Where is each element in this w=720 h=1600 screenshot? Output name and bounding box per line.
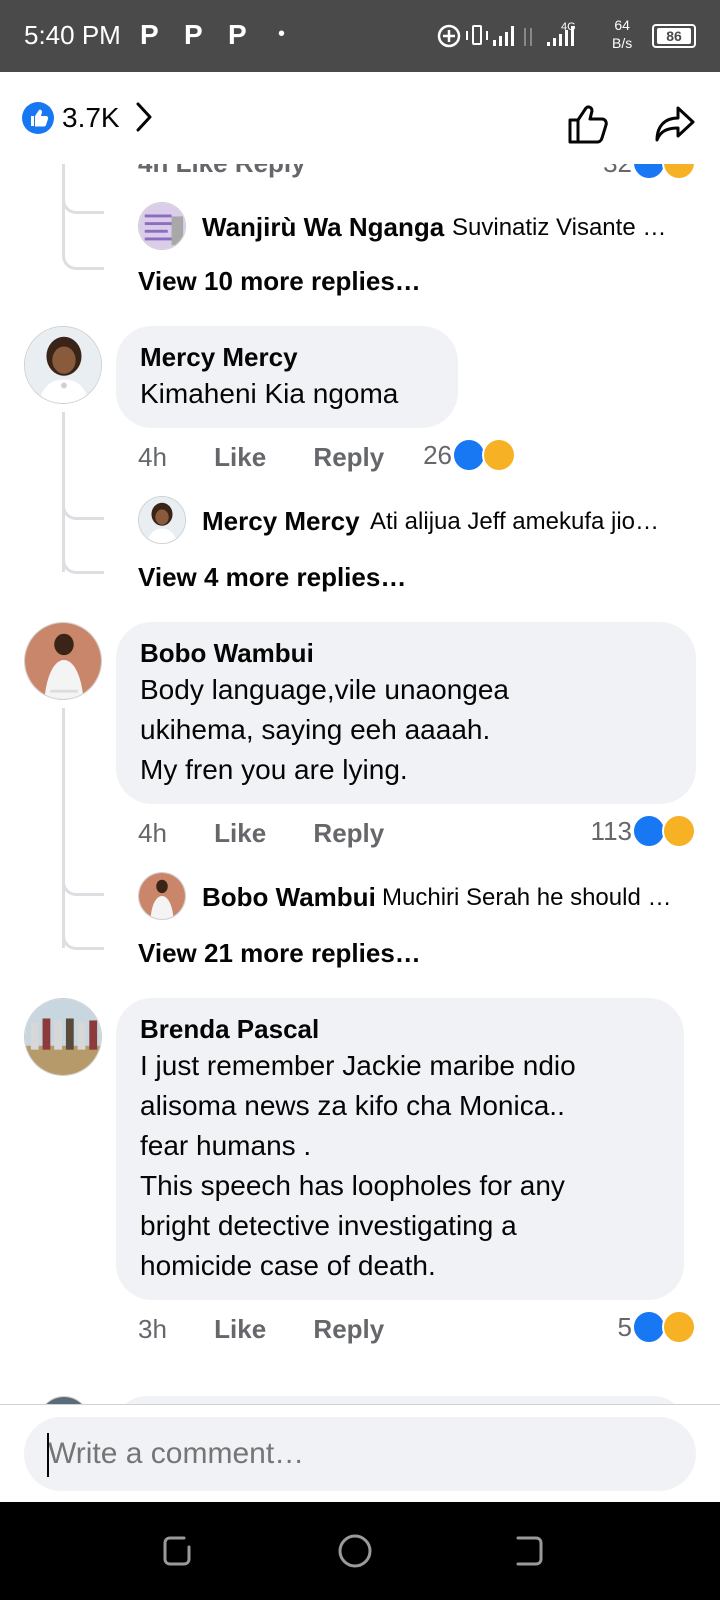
thread-connector: [62, 254, 104, 270]
battery-icon: 86: [652, 24, 696, 48]
haha-icon: [482, 438, 516, 472]
avatar: [138, 496, 186, 544]
status-bar: 5:40 PM P P P • 4G 64 B/s 86: [0, 0, 720, 72]
comment-actions: 4h Like Reply: [138, 442, 424, 473]
comment-input[interactable]: [24, 1417, 696, 1491]
thread-connector: [62, 198, 104, 214]
like-icon: [632, 814, 666, 848]
share-icon[interactable]: [654, 104, 696, 144]
text-cursor: [47, 1433, 49, 1477]
status-time: 5:40 PM: [24, 20, 121, 50]
comment-actions: 4h Like Reply: [138, 818, 424, 849]
comment-author[interactable]: Bobo Wambui: [140, 636, 672, 670]
reply-preview[interactable]: Wanjirù Wa Nganga Suvinatiz Visante …: [138, 202, 698, 252]
comment-bubble: Brenda Pascal I just remember Jackie mar…: [116, 998, 684, 1300]
comment-bubble: Bobo Wambui Body language,vile unaongea …: [116, 622, 696, 804]
like-button[interactable]: Like: [214, 818, 266, 848]
view-more-replies[interactable]: View 21 more replies…: [138, 938, 421, 969]
thread-connector: [62, 880, 104, 896]
thread-connector: [62, 504, 104, 520]
avatar[interactable]: [24, 622, 102, 700]
notification-app-icon: P: [140, 19, 159, 50]
comment-bubble: Mercy Mercy Kimaheni Kia ngoma: [116, 326, 458, 428]
reply-button[interactable]: Reply: [313, 442, 384, 472]
recents-icon[interactable]: [160, 1532, 194, 1570]
comment-bubble: [116, 1396, 684, 1404]
haha-icon: [662, 814, 696, 848]
comments-feed[interactable]: 4h Like Reply 32 Wanjirù Wa Nganga Suvin…: [0, 164, 720, 1404]
thread-line: [62, 708, 65, 948]
more-notifications-dot: •: [278, 23, 286, 45]
notification-app-icon: P: [184, 19, 203, 50]
avatar[interactable]: [24, 326, 102, 404]
comment-reactions[interactable]: 26: [404, 438, 516, 474]
comment-time: 4h: [138, 442, 167, 472]
comment-time: 3h: [138, 1314, 167, 1344]
like-icon: [632, 1310, 666, 1344]
system-navigation-bar: [0, 1502, 720, 1600]
comment-text: Body language,vile unaongea ukihema, say…: [140, 674, 509, 785]
reply-author[interactable]: Bobo Wambui: [202, 882, 376, 913]
like-button[interactable]: Like: [214, 1314, 266, 1344]
home-icon[interactable]: [336, 1532, 374, 1570]
reactions-header: 3.7K: [0, 72, 720, 164]
comment-composer: [0, 1404, 720, 1502]
avatar: [138, 202, 186, 250]
avatar[interactable]: [24, 998, 102, 1076]
previous-comment-actions: 4h Like Reply: [138, 164, 306, 179]
comment-reactions[interactable]: 113: [564, 814, 696, 850]
thread-line: [62, 214, 65, 254]
thread-connector: [62, 558, 104, 574]
reply-author[interactable]: Mercy Mercy: [202, 506, 360, 537]
thumbs-up-icon[interactable]: [566, 102, 610, 146]
reply-button[interactable]: Reply: [313, 818, 384, 848]
view-more-replies[interactable]: View 10 more replies…: [138, 266, 421, 297]
previous-reactions: 32: [580, 164, 696, 182]
like-icon: [452, 438, 486, 472]
comment-author[interactable]: Brenda Pascal: [140, 1012, 660, 1046]
network-speed: 64 B/s: [612, 17, 633, 51]
view-more-replies[interactable]: View 4 more replies…: [138, 562, 406, 593]
like-icon: [22, 102, 54, 134]
reply-preview[interactable]: Bobo Wambui Muchiri Serah he should …: [138, 872, 698, 922]
reply-text: Muchiri Serah he should …: [382, 884, 672, 911]
signal-icons: 4G: [437, 21, 576, 48]
comment-text: Kimaheni Kia ngoma: [140, 378, 399, 409]
comment-actions: 3h Like Reply: [138, 1314, 424, 1345]
reply-preview[interactable]: Mercy Mercy Ati alijua Jeff amekufa jio…: [138, 496, 698, 546]
notification-app-icon: P: [228, 19, 247, 50]
thread-line: [62, 412, 65, 572]
battery-level: 86: [657, 28, 691, 44]
comment-text: I just remember Jackie maribe ndio aliso…: [140, 1050, 576, 1281]
reply-author[interactable]: Wanjirù Wa Nganga: [202, 212, 444, 243]
reaction-count[interactable]: 3.7K: [62, 102, 120, 134]
haha-icon: [662, 1310, 696, 1344]
reply-text: Suvinatiz Visante …: [452, 214, 667, 241]
avatar[interactable]: [38, 1396, 90, 1404]
thread-connector: [62, 934, 104, 950]
reply-button[interactable]: Reply: [313, 1314, 384, 1344]
comment-author[interactable]: Mercy Mercy: [140, 340, 434, 374]
comment-reactions[interactable]: 5: [596, 1310, 696, 1346]
avatar: [138, 872, 186, 920]
chevron-right-icon[interactable]: [134, 100, 156, 134]
like-button[interactable]: Like: [214, 442, 266, 472]
back-icon[interactable]: [512, 1532, 546, 1570]
reply-text: Ati alijua Jeff amekufa jio…: [370, 508, 660, 535]
comment-time: 4h: [138, 818, 167, 848]
